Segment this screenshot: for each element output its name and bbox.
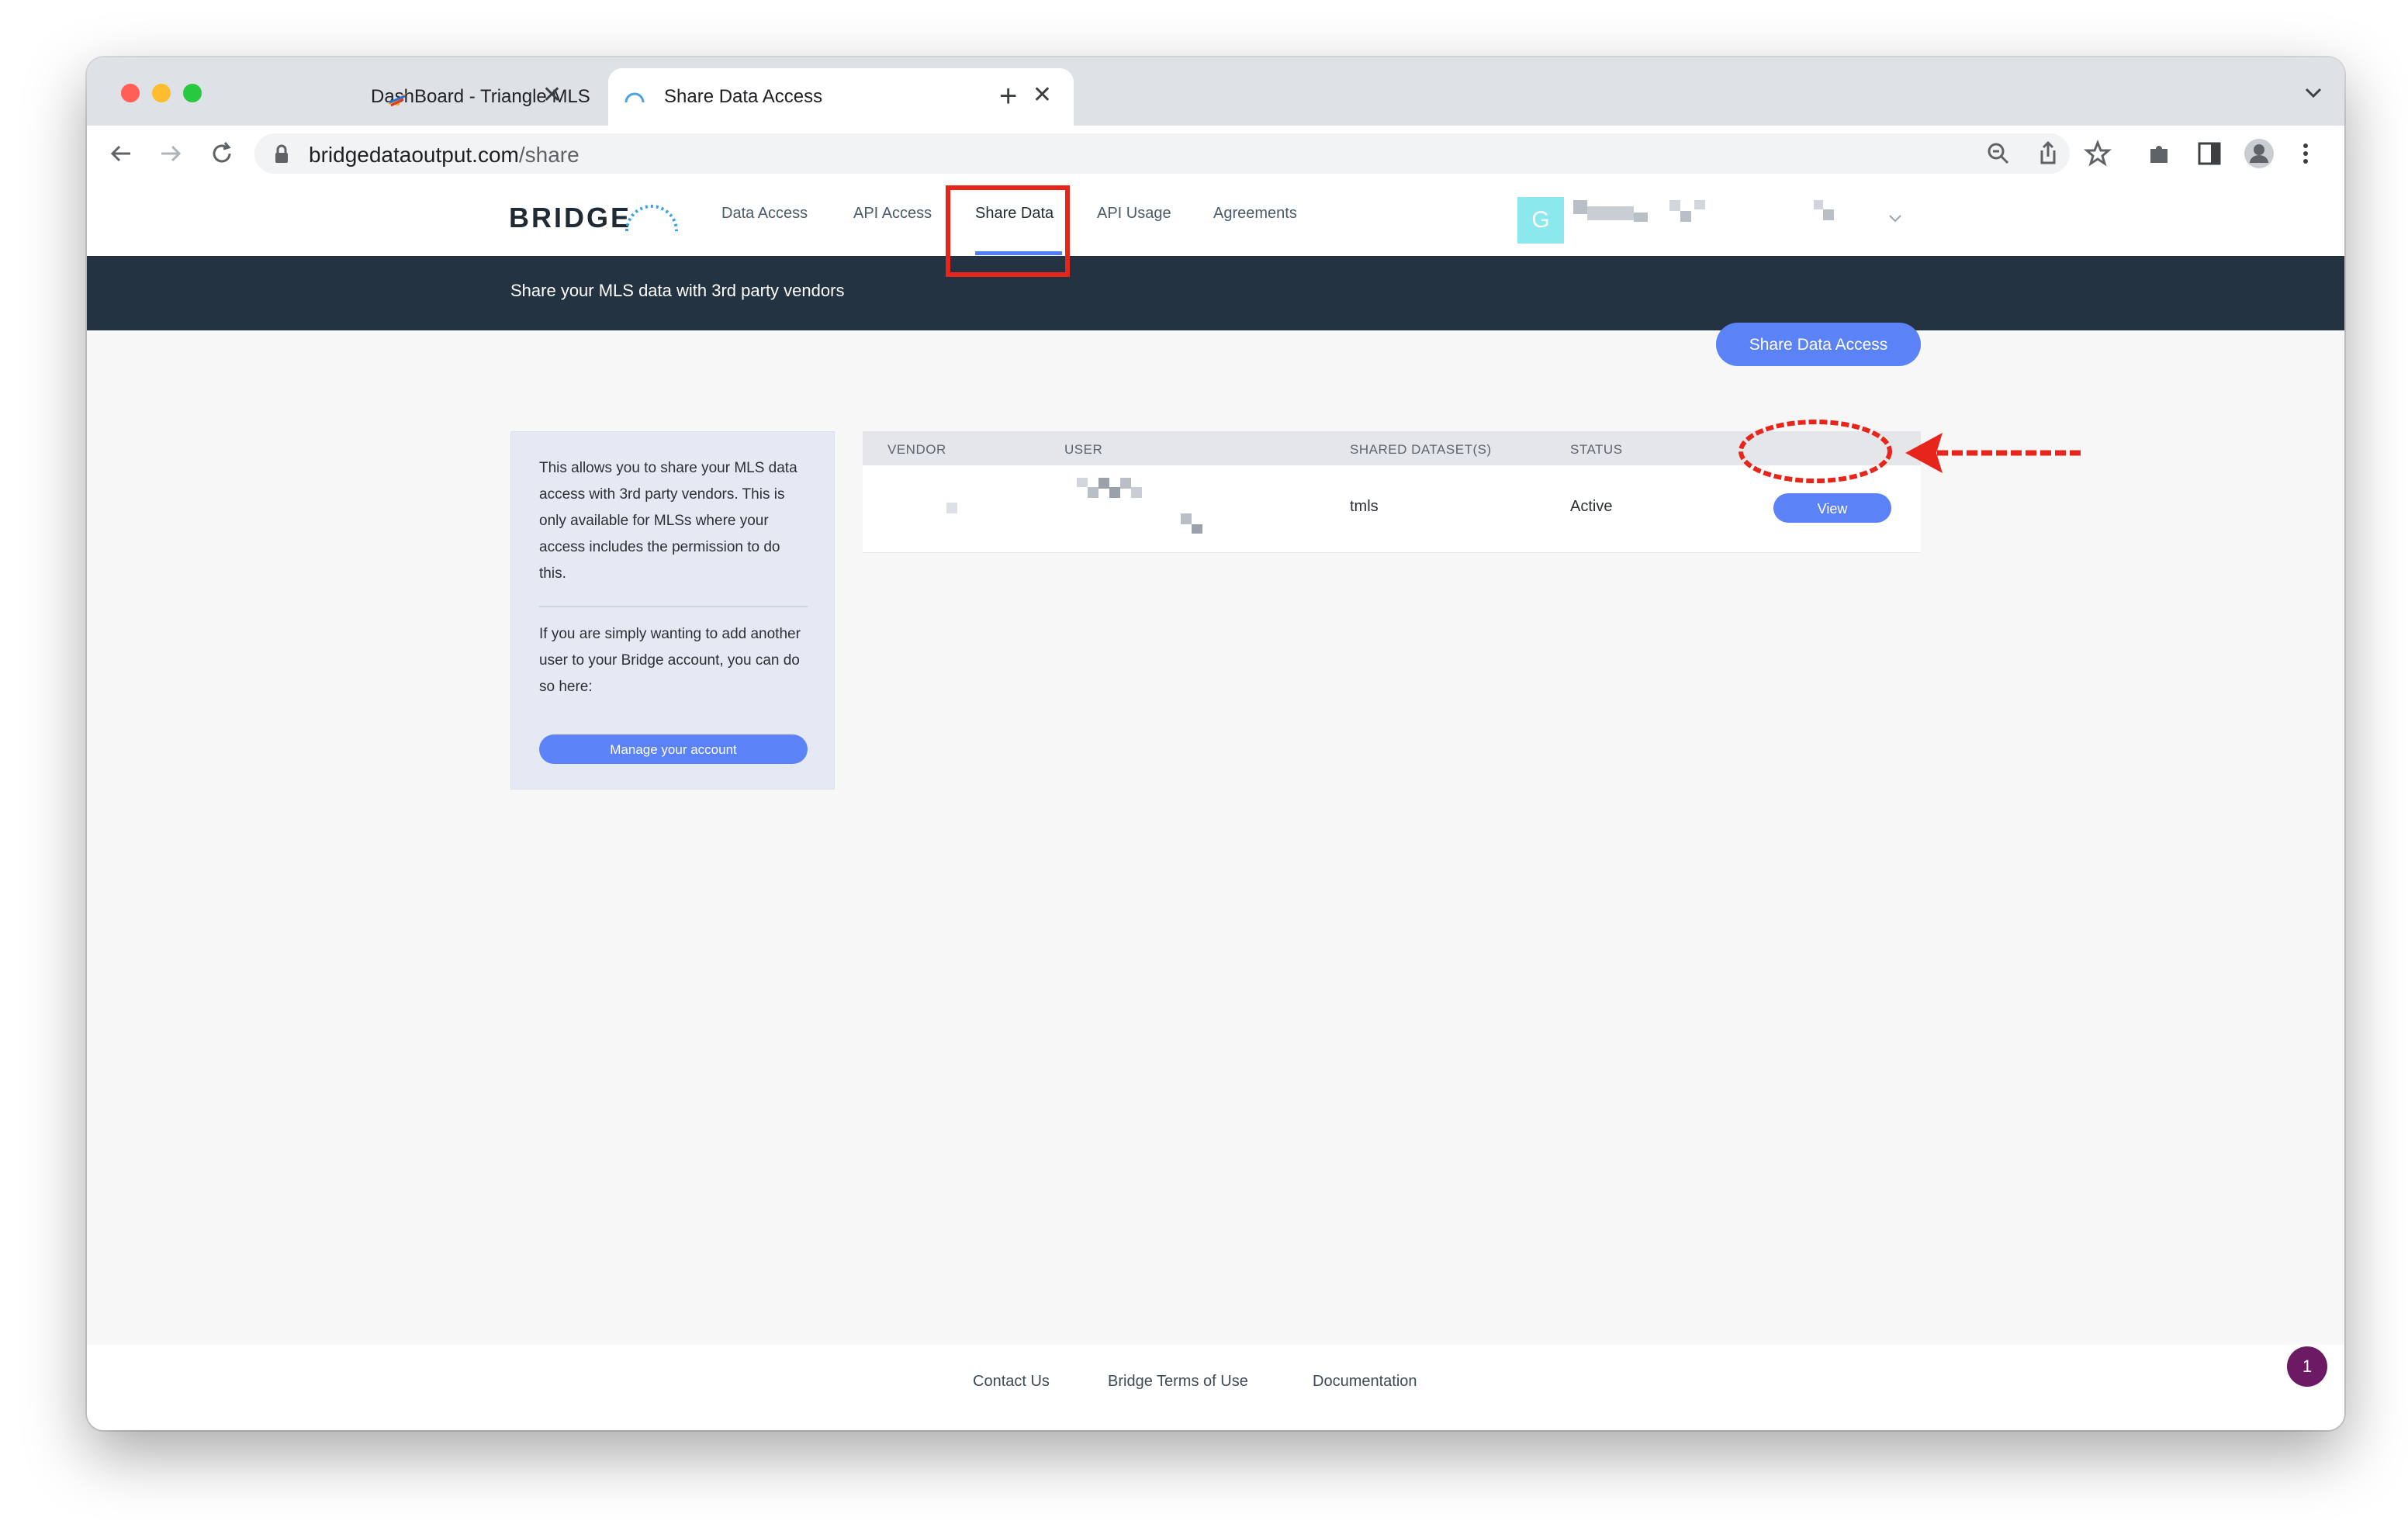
close-window-button[interactable] — [121, 84, 140, 102]
browser-window: DashBoard - Triangle MLS ✕ Share Data Ac… — [87, 57, 2344, 1430]
new-tab-button[interactable]: + — [999, 81, 1017, 112]
reload-icon[interactable] — [208, 140, 236, 168]
page-banner: Share your MLS data with 3rd party vendo… — [87, 256, 2344, 330]
forward-arrow-icon[interactable] — [157, 140, 185, 168]
manage-account-button[interactable]: Manage your account — [539, 734, 808, 764]
info-add-user-text: If you are simply wanting to add another… — [539, 626, 801, 695]
more-menu-icon[interactable] — [2298, 140, 2313, 168]
loading-spinner-icon — [624, 92, 645, 103]
column-header-datasets[interactable]: SHARED DATASET(S) — [1350, 442, 1492, 458]
share-icon[interactable] — [2034, 140, 2062, 168]
url-text: bridgedataoutput.com/share — [309, 143, 580, 167]
maximize-window-button[interactable] — [183, 84, 202, 102]
cell-status: Active — [1570, 498, 1613, 515]
footer-documentation-link[interactable]: Documentation — [1313, 1373, 1417, 1391]
cell-datasets: tmls — [1350, 498, 1379, 515]
close-tab-icon[interactable]: ✕ — [1033, 84, 1052, 107]
info-description: This allows you to share your MLS data a… — [539, 460, 797, 582]
minimize-window-button[interactable] — [152, 84, 171, 102]
page-content: BRIDGE Data Access API Access Share Data… — [87, 181, 2344, 1430]
user-avatar[interactable]: G — [1517, 197, 1564, 244]
zoom-icon[interactable] — [1984, 140, 2012, 168]
lock-icon — [275, 144, 288, 163]
chevron-down-icon[interactable] — [2304, 87, 2323, 99]
info-card: This allows you to share your MLS data a… — [510, 431, 835, 790]
extensions-puzzle-icon[interactable] — [2146, 140, 2174, 168]
active-nav-indicator — [975, 251, 1062, 255]
close-tab-icon[interactable]: ✕ — [542, 84, 562, 107]
footer-contact-us-link[interactable]: Contact Us — [973, 1373, 1050, 1391]
nav-data-access[interactable]: Data Access — [721, 205, 808, 223]
divider — [539, 606, 808, 607]
nav-share-data[interactable]: Share Data — [975, 205, 1054, 223]
address-bar[interactable]: bridgedataoutput.com/share — [254, 133, 2070, 174]
notification-badge[interactable]: 1 — [2287, 1346, 2327, 1387]
tab-strip: DashBoard - Triangle MLS ✕ Share Data Ac… — [87, 57, 2344, 126]
site-header: BRIDGE Data Access API Access Share Data… — [87, 181, 2344, 256]
bookmark-star-icon[interactable] — [2084, 140, 2112, 168]
browser-toolbar: bridgedataoutput.com/share — [87, 126, 2344, 182]
bridge-logo[interactable]: BRIDGE — [509, 202, 631, 234]
triangle-mls-favicon-icon — [388, 93, 407, 107]
nav-agreements[interactable]: Agreements — [1213, 205, 1297, 223]
column-header-vendor[interactable]: VENDOR — [887, 442, 946, 458]
side-panel-icon[interactable] — [2195, 140, 2223, 168]
account-chevron-down-icon[interactable] — [1888, 214, 1902, 223]
back-arrow-icon[interactable] — [107, 140, 135, 168]
bridge-arc-logo-icon — [625, 205, 678, 232]
table-header: VENDOR USER SHARED DATASET(S) STATUS — [863, 431, 1921, 465]
share-data-access-button[interactable]: Share Data Access — [1716, 323, 1921, 366]
view-button[interactable]: View — [1773, 493, 1891, 523]
footer-terms-link[interactable]: Bridge Terms of Use — [1108, 1373, 1248, 1391]
nav-api-access[interactable]: API Access — [853, 205, 932, 223]
table-row[interactable]: tmls Active View — [863, 465, 1921, 553]
column-header-user[interactable]: USER — [1064, 442, 1102, 458]
banner-title: Share your MLS data with 3rd party vendo… — [510, 281, 845, 300]
profile-avatar-icon[interactable] — [2244, 138, 2275, 169]
column-header-status[interactable]: STATUS — [1570, 442, 1623, 458]
nav-api-usage[interactable]: API Usage — [1097, 205, 1171, 223]
tab-title: Share Data Access — [664, 86, 823, 107]
shared-data-table: VENDOR USER SHARED DATASET(S) STATUS tml… — [863, 431, 1921, 555]
